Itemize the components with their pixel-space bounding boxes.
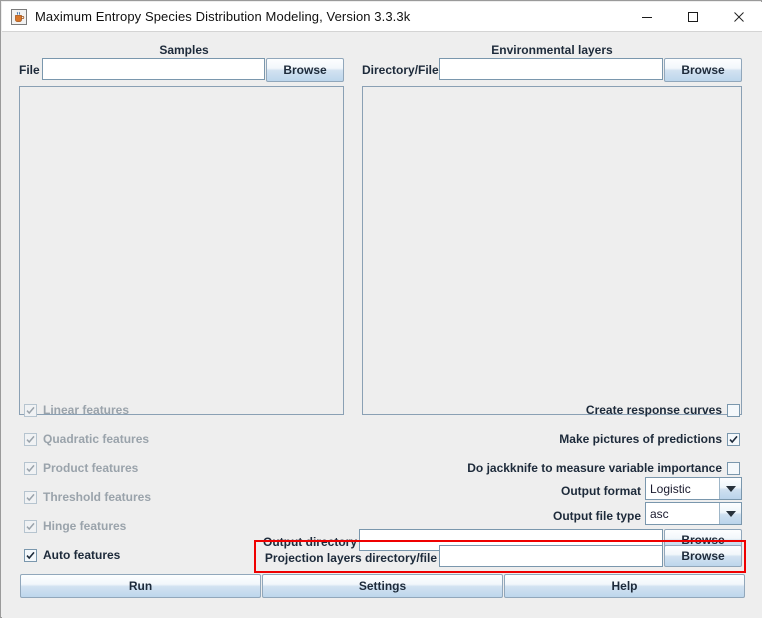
auto-features-checkbox[interactable]	[24, 548, 37, 562]
chevron-down-icon[interactable]	[719, 478, 741, 499]
threshold-features-label: Threshold features	[43, 490, 152, 504]
create-response-curves-checkbox[interactable]	[727, 403, 740, 417]
samples-group-title: Samples	[159, 43, 209, 57]
make-pictures-checkbox[interactable]	[727, 432, 740, 446]
samples-list-panel[interactable]	[19, 86, 344, 415]
checkbox-row-make-pictures[interactable]: Make pictures of predictions	[559, 432, 740, 446]
projection-layers-browse-label: Browse	[681, 549, 725, 563]
output-format-value: Logistic	[646, 478, 719, 499]
java-coffee-cup-icon	[10, 8, 28, 26]
env-layers-directory-label: Directory/File	[362, 63, 439, 77]
output-directory-label: Output directory	[262, 535, 357, 549]
auto-features-label: Auto features	[43, 548, 121, 562]
help-button[interactable]: Help	[504, 574, 745, 598]
env-layers-browse-label: Browse	[681, 63, 725, 77]
product-features-checkbox[interactable]	[24, 461, 37, 475]
settings-button[interactable]: Settings	[262, 574, 503, 598]
output-file-type-combobox[interactable]: asc	[645, 502, 742, 525]
check-mark-icon	[26, 551, 35, 559]
hinge-features-label: Hinge features	[43, 519, 127, 533]
help-button-label: Help	[611, 579, 638, 593]
run-button-label: Run	[128, 579, 153, 593]
maxent-application-window: Maximum Entropy Species Distribution Mod…	[0, 0, 762, 618]
product-features-label: Product features	[43, 461, 139, 475]
settings-button-label: Settings	[358, 579, 407, 593]
create-response-curves-label: Create response curves	[585, 403, 722, 417]
samples-browse-button[interactable]: Browse	[266, 58, 344, 82]
linear-features-label: Linear features	[43, 403, 130, 417]
samples-file-label: File	[19, 63, 40, 77]
output-format-label: Output format	[561, 484, 641, 498]
threshold-features-checkbox[interactable]	[24, 490, 37, 504]
title-bar: Maximum Entropy Species Distribution Mod…	[2, 2, 762, 32]
jackknife-label: Do jackknife to measure variable importa…	[467, 461, 722, 475]
projection-layers-label: Projection layers directory/file	[264, 551, 437, 565]
samples-browse-label: Browse	[283, 63, 327, 77]
env-layers-group-title: Environmental layers	[491, 43, 613, 57]
output-format-combobox[interactable]: Logistic	[645, 477, 742, 500]
env-layers-browse-button[interactable]: Browse	[664, 58, 742, 82]
close-button[interactable]	[716, 2, 762, 32]
check-mark-icon	[26, 464, 35, 472]
checkbox-row-hinge-features[interactable]: Hinge features	[24, 519, 126, 533]
projection-layers-browse-button[interactable]: Browse	[664, 545, 742, 567]
window-title: Maximum Entropy Species Distribution Mod…	[35, 9, 411, 24]
window-frame: Maximum Entropy Species Distribution Mod…	[0, 0, 762, 618]
samples-file-input[interactable]	[42, 58, 265, 80]
output-file-type-label: Output file type	[553, 509, 641, 523]
linear-features-checkbox[interactable]	[24, 403, 37, 417]
env-layers-directory-input[interactable]	[439, 58, 663, 80]
checkbox-row-product-features[interactable]: Product features	[24, 461, 138, 475]
check-mark-icon	[26, 435, 35, 443]
check-mark-icon	[26, 406, 35, 414]
checkbox-row-quadratic-features[interactable]: Quadratic features	[24, 432, 149, 446]
minimize-button[interactable]	[624, 2, 670, 32]
run-button[interactable]: Run	[20, 574, 261, 598]
checkbox-row-jackknife[interactable]: Do jackknife to measure variable importa…	[467, 461, 740, 475]
checkbox-row-linear-features[interactable]: Linear features	[24, 403, 129, 417]
jackknife-checkbox[interactable]	[727, 461, 740, 475]
check-mark-icon	[26, 493, 35, 501]
chevron-down-icon[interactable]	[719, 503, 741, 524]
output-file-type-value: asc	[646, 503, 719, 524]
check-mark-icon	[26, 522, 35, 530]
client-area: Samples File Browse Environmental layers…	[2, 32, 762, 618]
window-controls	[624, 2, 762, 32]
quadratic-features-label: Quadratic features	[43, 432, 150, 446]
maximize-button[interactable]	[670, 2, 716, 32]
check-mark-icon	[729, 435, 738, 443]
checkbox-row-auto-features[interactable]: Auto features	[24, 548, 120, 562]
projection-layers-input[interactable]	[439, 545, 663, 567]
make-pictures-label: Make pictures of predictions	[559, 432, 722, 446]
env-layers-list-panel[interactable]	[362, 86, 742, 415]
checkbox-row-threshold-features[interactable]: Threshold features	[24, 490, 151, 504]
hinge-features-checkbox[interactable]	[24, 519, 37, 533]
quadratic-features-checkbox[interactable]	[24, 432, 37, 446]
checkbox-row-create-response-curves[interactable]: Create response curves	[586, 403, 740, 417]
